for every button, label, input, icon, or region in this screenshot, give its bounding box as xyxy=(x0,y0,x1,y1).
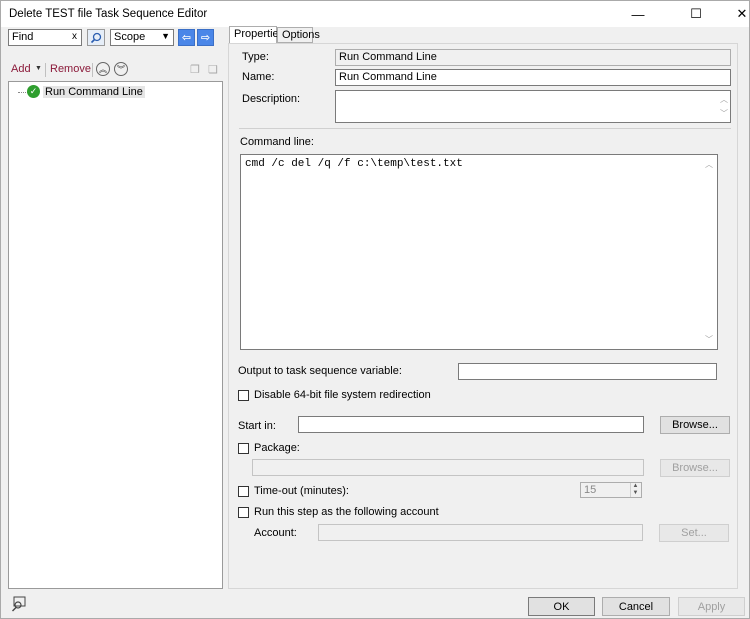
scope-value: Scope xyxy=(114,31,146,43)
stepper-arrows-icon: ▲ ▼ xyxy=(630,483,640,497)
type-label: Type: xyxy=(242,51,269,63)
timeout-label: Time-out (minutes): xyxy=(254,485,349,497)
minimize-button[interactable]: — xyxy=(615,1,661,27)
double-chevron-down-icon: ︾ xyxy=(117,64,125,74)
timeout-stepper: 15 ▲ ▼ xyxy=(580,482,642,498)
step-toolbar: Add ▼ Remove ︽ ︾ ❐ ❏ xyxy=(8,61,222,79)
package-input xyxy=(252,459,644,476)
output-variable-label: Output to task sequence variable: xyxy=(238,365,402,377)
paste-icon[interactable]: ❏ xyxy=(206,62,220,76)
tree-item-run-command-line[interactable]: Run Command Line xyxy=(43,86,145,98)
next-match-button[interactable]: ⇨ xyxy=(197,29,214,46)
timeout-value: 15 xyxy=(584,484,597,496)
run-as-account-label: Run this step as the following account xyxy=(254,506,439,518)
description-input[interactable]: ︿ ﹀ xyxy=(335,90,731,123)
copy-icon[interactable]: ❐ xyxy=(188,62,202,76)
account-label: Account: xyxy=(254,527,297,539)
success-check-icon: ✓ xyxy=(27,85,40,98)
clear-find-button[interactable]: x xyxy=(72,31,77,42)
chevron-down-icon: ▼ xyxy=(161,31,170,41)
type-field: Run Command Line xyxy=(335,49,731,66)
account-input xyxy=(318,524,643,541)
move-down-button[interactable]: ︾ xyxy=(114,62,128,76)
apply-button: Apply xyxy=(678,597,745,616)
tab-properties[interactable]: Properties xyxy=(229,26,284,43)
ok-button[interactable]: OK xyxy=(528,597,595,616)
maximize-button[interactable]: ☐ xyxy=(673,1,719,27)
disable-redirection-label: Disable 64-bit file system redirection xyxy=(254,389,431,401)
maximize-icon: ☐ xyxy=(690,6,702,21)
package-label: Package: xyxy=(254,442,300,454)
remove-button[interactable]: Remove xyxy=(50,63,91,75)
cancel-button[interactable]: Cancel xyxy=(602,597,670,616)
minimize-icon: — xyxy=(631,6,645,22)
name-label: Name: xyxy=(242,71,275,83)
package-checkbox[interactable] xyxy=(238,443,249,454)
find-button[interactable] xyxy=(87,29,105,46)
find-input[interactable]: Find x xyxy=(8,29,82,46)
timeout-checkbox[interactable] xyxy=(238,486,249,497)
section-divider xyxy=(239,128,731,129)
description-label: Description: xyxy=(242,93,301,105)
start-in-input[interactable] xyxy=(298,416,644,433)
user-search-icon[interactable] xyxy=(11,596,27,612)
add-button[interactable]: Add xyxy=(11,63,31,75)
tab-options[interactable]: Options xyxy=(277,27,320,43)
scroll-down-icon[interactable]: ﹀ xyxy=(705,334,713,345)
start-in-label: Start in: xyxy=(238,420,276,432)
search-toolbar: Find x Scope ▼ ⇦ ⇨ xyxy=(8,29,220,47)
start-in-browse-button[interactable]: Browse... xyxy=(660,416,730,434)
output-variable-input[interactable] xyxy=(458,363,717,380)
command-line-label: Command line: xyxy=(240,136,314,148)
move-up-button[interactable]: ︽ xyxy=(96,62,110,76)
description-scrollbar[interactable]: ︿ ﹀ xyxy=(720,93,728,121)
task-sequence-tree[interactable]: ✓ Run Command Line xyxy=(8,81,223,589)
search-icon xyxy=(90,32,102,43)
previous-match-button[interactable]: ⇦ xyxy=(178,29,195,46)
arrow-right-icon: ⇨ xyxy=(200,32,211,44)
title-bar: Delete TEST file Task Sequence Editor — … xyxy=(1,1,749,27)
window-title: Delete TEST file Task Sequence Editor xyxy=(9,8,208,20)
arrow-left-icon: ⇦ xyxy=(181,32,192,44)
set-account-button: Set... xyxy=(659,524,729,542)
task-sequence-editor-window: Delete TEST file Task Sequence Editor — … xyxy=(0,0,750,619)
command-line-value: cmd /c del /q /f c:\temp\test.txt xyxy=(245,158,463,170)
toolbar-divider xyxy=(92,63,93,77)
double-chevron-up-icon: ︽ xyxy=(99,64,107,74)
scope-dropdown[interactable]: Scope ▼ xyxy=(110,29,174,46)
disable-redirection-checkbox[interactable] xyxy=(238,390,249,401)
package-browse-button: Browse... xyxy=(660,459,730,477)
command-line-input[interactable]: cmd /c del /q /f c:\temp\test.txt ︿ ﹀ xyxy=(240,154,718,350)
close-button[interactable]: ✕ xyxy=(719,1,750,27)
scroll-up-icon[interactable]: ︿ xyxy=(705,159,713,170)
name-input[interactable]: Run Command Line xyxy=(335,69,731,86)
toolbar-divider xyxy=(45,63,46,77)
run-as-account-checkbox[interactable] xyxy=(238,507,249,518)
close-icon: ✕ xyxy=(736,6,748,21)
add-dropdown-icon[interactable]: ▼ xyxy=(35,65,42,72)
find-input-value: Find xyxy=(12,31,34,43)
